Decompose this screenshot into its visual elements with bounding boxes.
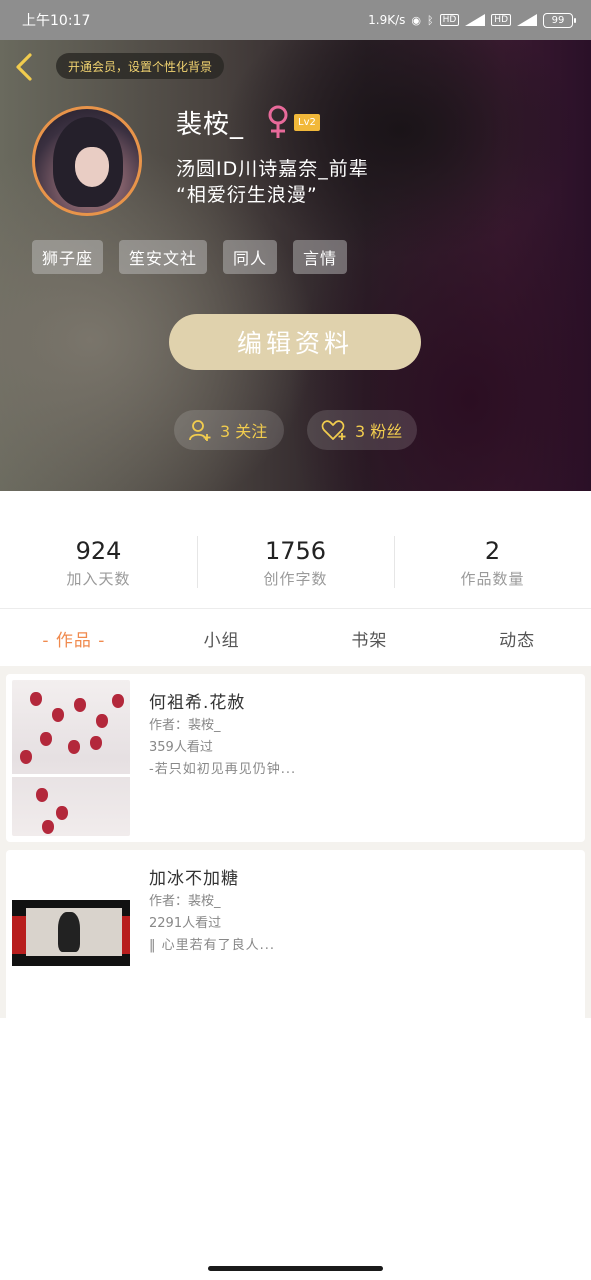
tag-item[interactable]: 狮子座 [32,240,104,274]
tag-list: 狮子座 笙安文社 同人 言情 [32,240,348,274]
status-icons: 1.9K/s ◉ ᛒ HD HD 99 [368,12,576,28]
stat-value: 2 [484,536,501,565]
work-author: 作者：裴桉_ [149,894,221,909]
work-cover-image [12,856,130,1012]
fans-button[interactable]: 3 粉丝 [307,410,417,450]
back-arrow-icon [16,53,32,81]
tab-groups[interactable]: 小组 [148,610,296,666]
fans-count: 3 粉丝 [355,422,403,441]
battery-level: 99 [551,14,565,26]
add-user-icon [189,420,211,441]
stat-label: 创作字数 [263,569,328,588]
following-button[interactable]: 3 关注 [174,410,284,450]
work-cover-image [12,680,130,836]
bluetooth-icon: ᛒ [426,13,434,27]
tag-item[interactable]: 笙安文社 [119,240,208,274]
stats-row: 924 加入天数 1756 创作字数 2 作品数量 [0,530,591,594]
net-speed: 1.9K/s [368,13,406,27]
divider [0,608,591,609]
work-excerpt: ‖ 心里若有了良人... [149,938,276,953]
level-badge: Lv2 [294,114,320,131]
username: 裴桉_ [176,110,245,140]
work-title: 何袓希.花赦 [149,693,246,713]
status-time: 上午10:17 [22,13,91,29]
work-author: 作者：裴桉_ [149,718,221,733]
stat-join-days: 924 加入天数 [0,530,197,594]
vip-background-prompt[interactable]: 开通会员，设置个性化背景 [56,53,225,79]
tag-item[interactable]: 言情 [293,240,348,274]
user-id-line: 汤圆ID川诗嘉奈_前辈 [176,158,369,180]
work-title: 加冰不加糖 [149,869,239,889]
signal-icon-2 [517,14,537,26]
battery-icon: 99 [543,12,576,28]
tab-bar: - 作品 - 小组 书架 动态 [0,610,591,666]
following-count: 3 关注 [220,422,268,441]
stat-work-count: 2 作品数量 [394,530,591,594]
stat-word-count: 1756 创作字数 [197,530,394,594]
stat-value: 1756 [264,536,327,565]
tab-works[interactable]: - 作品 - [0,610,148,666]
work-views: 2291人看过 [149,916,222,931]
signal-icon [465,14,486,26]
work-card[interactable]: 加冰不加糖 作者：裴桉_ 2291人看过 ‖ 心里若有了良人... [6,850,585,1018]
status-bar: 上午10:17 1.9K/s ◉ ᛒ HD HD 99 [0,0,591,40]
hd-icon: HD [439,14,460,26]
stat-value: 924 [75,536,122,565]
hd-icon-2: HD [491,14,511,26]
avatar[interactable] [32,106,142,216]
back-button[interactable] [10,52,38,82]
profile-banner: 开通会员，设置个性化背景 裴桉_ Lv2 汤圆ID川诗嘉奈_前辈 “相爱衍生浪漫… [0,40,591,491]
home-indicator[interactable] [208,1266,383,1271]
work-excerpt: -若只如初见再见仍钟... [149,762,297,777]
tab-bookshelf[interactable]: 书架 [296,610,444,666]
work-card[interactable]: 何袓希.花赦 作者：裴桉_ 359人看过 -若只如初见再见仍钟... [6,674,585,842]
data-saver-icon: ◉ [411,13,421,27]
tag-item[interactable]: 同人 [223,240,278,274]
work-views: 359人看过 [149,740,213,755]
edit-profile-button[interactable]: 编辑资料 [169,314,421,370]
stat-label: 加入天数 [66,569,131,588]
stat-label: 作品数量 [460,569,525,588]
user-motto: “相爱衍生浪漫” [176,184,318,206]
tab-activity[interactable]: 动态 [443,610,591,666]
heart-plus-icon [321,420,346,440]
female-icon [268,105,288,138]
